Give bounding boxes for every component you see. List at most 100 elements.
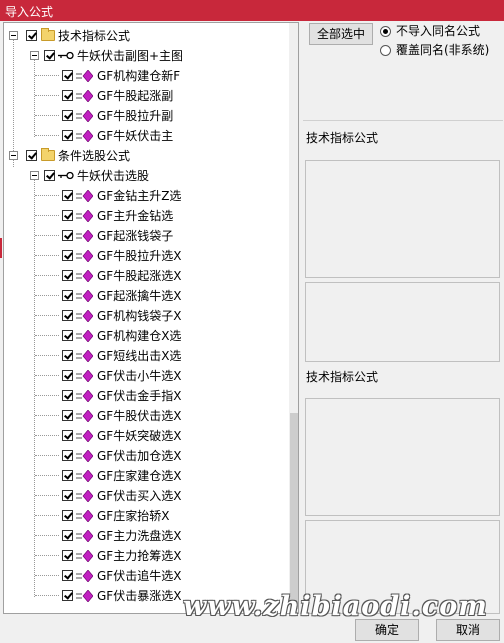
tree-group-label: 技术指标公式 [58, 29, 131, 43]
tree-group-condition[interactable]: 条件选股公式 [4, 146, 284, 166]
tree-subgroup-tech[interactable]: 牛妖伏击副图+主图 [4, 46, 284, 66]
tree-item[interactable]: GF主力洗盘选X [4, 526, 284, 546]
tree-item[interactable]: GF伏击小牛选X [4, 366, 284, 386]
tree-item[interactable]: GF金钻主升Z选 [4, 186, 284, 206]
checkbox[interactable] [62, 110, 73, 121]
checkbox[interactable] [62, 410, 73, 421]
tree-item[interactable]: GF伏击买入选X [4, 486, 284, 506]
tree-line [35, 335, 59, 336]
checkbox[interactable] [62, 590, 73, 601]
checkbox[interactable] [26, 150, 37, 161]
collapse-icon[interactable] [30, 51, 39, 60]
cancel-button[interactable]: 取消 [436, 619, 500, 641]
radio-overwrite[interactable] [380, 45, 391, 56]
tree-subgroup-condition[interactable]: 牛妖伏击选股 [4, 166, 284, 186]
ok-button[interactable]: 确定 [355, 619, 419, 641]
checkbox[interactable] [62, 210, 73, 221]
checkbox[interactable] [62, 530, 73, 541]
tree-item[interactable]: GF庄家抬轿X [4, 506, 284, 526]
tree-item[interactable]: GF短线出击X选 [4, 346, 284, 366]
formula-param-panel [305, 398, 500, 516]
tree-item-label: GF伏击买入选X [97, 489, 182, 503]
checkbox[interactable] [62, 70, 73, 81]
tree-group-tech[interactable]: 技术指标公式 [4, 26, 284, 46]
formula-tree[interactable]: 技术指标公式 牛妖伏击副图+主图 GF机构建仓新F GF牛股起涨副 GF牛股拉升副 G… [3, 22, 299, 614]
tree-line [35, 355, 59, 356]
tree-item[interactable]: GF主升金钻选 [4, 206, 284, 226]
collapse-icon[interactable] [9, 151, 18, 160]
formula-icon [76, 270, 93, 282]
tree-item-label: GF伏击追牛选X [97, 569, 182, 583]
tree-item-label: GF伏击加仓选X [97, 449, 182, 463]
vertical-scrollbar[interactable] [289, 23, 298, 613]
checkbox[interactable] [62, 490, 73, 501]
radio-overwrite-label: 覆盖同名(非系统) [396, 43, 490, 57]
tree-item-label: GF庄家抬轿X [97, 509, 170, 523]
checkbox[interactable] [62, 130, 73, 141]
tree-line [35, 375, 59, 376]
checkbox[interactable] [62, 270, 73, 281]
checkbox[interactable] [62, 350, 73, 361]
watermark: www.zhibiaodi.com [183, 591, 488, 622]
formula-icon [76, 530, 93, 542]
formula-info-panel [305, 160, 500, 278]
tree-item[interactable]: GF庄家建仓选X [4, 466, 284, 486]
formula-icon [76, 290, 93, 302]
radio-skip-duplicates[interactable] [380, 26, 391, 37]
tree-line [35, 295, 59, 296]
formula-desc-panel [305, 282, 500, 362]
collapse-icon[interactable] [9, 31, 18, 40]
checkbox[interactable] [62, 550, 73, 561]
tree-item[interactable]: GF起涨钱袋子 [4, 226, 284, 246]
tree-item[interactable]: GF机构建仓新F [4, 66, 284, 86]
tree-item[interactable]: GF牛妖伏击主 [4, 126, 284, 146]
tree-item[interactable]: GF机构建仓X选 [4, 326, 284, 346]
tree-line [35, 475, 59, 476]
tree-item[interactable]: GF牛股拉升选X [4, 246, 284, 266]
tree-item-label: GF机构建仓X选 [97, 329, 182, 343]
checkbox[interactable] [62, 510, 73, 521]
section-label: 技术指标公式 [306, 370, 379, 384]
checkbox[interactable] [62, 370, 73, 381]
tree-item[interactable]: GF牛股拉升副 [4, 106, 284, 126]
checkbox[interactable] [62, 570, 73, 581]
tree-item[interactable]: GF起涨擒牛选X [4, 286, 284, 306]
formula-icon [76, 230, 93, 242]
key-icon [58, 51, 74, 60]
tree-item[interactable]: GF牛妖突破选X [4, 426, 284, 446]
select-all-button[interactable]: 全部选中 [309, 23, 373, 45]
tree-item[interactable]: GF牛股伏击选X [4, 406, 284, 426]
checkbox[interactable] [62, 250, 73, 261]
checkbox[interactable] [44, 170, 55, 181]
checkbox[interactable] [62, 290, 73, 301]
checkbox[interactable] [62, 390, 73, 401]
collapse-icon[interactable] [30, 171, 39, 180]
checkbox[interactable] [62, 450, 73, 461]
checkbox[interactable] [62, 310, 73, 321]
tree-item[interactable]: GF伏击金手指X [4, 386, 284, 406]
checkbox[interactable] [62, 190, 73, 201]
tree-item[interactable]: GF牛股起涨选X [4, 266, 284, 286]
tree-item[interactable]: GF伏击追牛选X [4, 566, 284, 586]
formula-icon [76, 410, 93, 422]
checkbox[interactable] [44, 50, 55, 61]
checkbox[interactable] [62, 330, 73, 341]
tree-group-label: 条件选股公式 [58, 149, 131, 163]
tree-item[interactable]: GF主力抢筹选X [4, 546, 284, 566]
tree-item[interactable]: GF伏击加仓选X [4, 446, 284, 466]
left-edge-marker [0, 238, 2, 258]
tree-item[interactable]: GF机构钱袋子X [4, 306, 284, 326]
checkbox[interactable] [62, 470, 73, 481]
tree-item[interactable]: GF牛股起涨副 [4, 86, 284, 106]
tree-item-label: GF牛股伏击选X [97, 409, 182, 423]
checkbox[interactable] [62, 90, 73, 101]
checkbox[interactable] [62, 230, 73, 241]
checkbox[interactable] [62, 430, 73, 441]
tree-line [35, 315, 59, 316]
tree-item-label: GF牛股拉升副 [97, 109, 174, 123]
formula-icon [76, 330, 93, 342]
checkbox[interactable] [26, 30, 37, 41]
tree-line [35, 595, 59, 596]
scrollbar-thumb[interactable] [290, 413, 298, 609]
tree-line [35, 95, 59, 96]
